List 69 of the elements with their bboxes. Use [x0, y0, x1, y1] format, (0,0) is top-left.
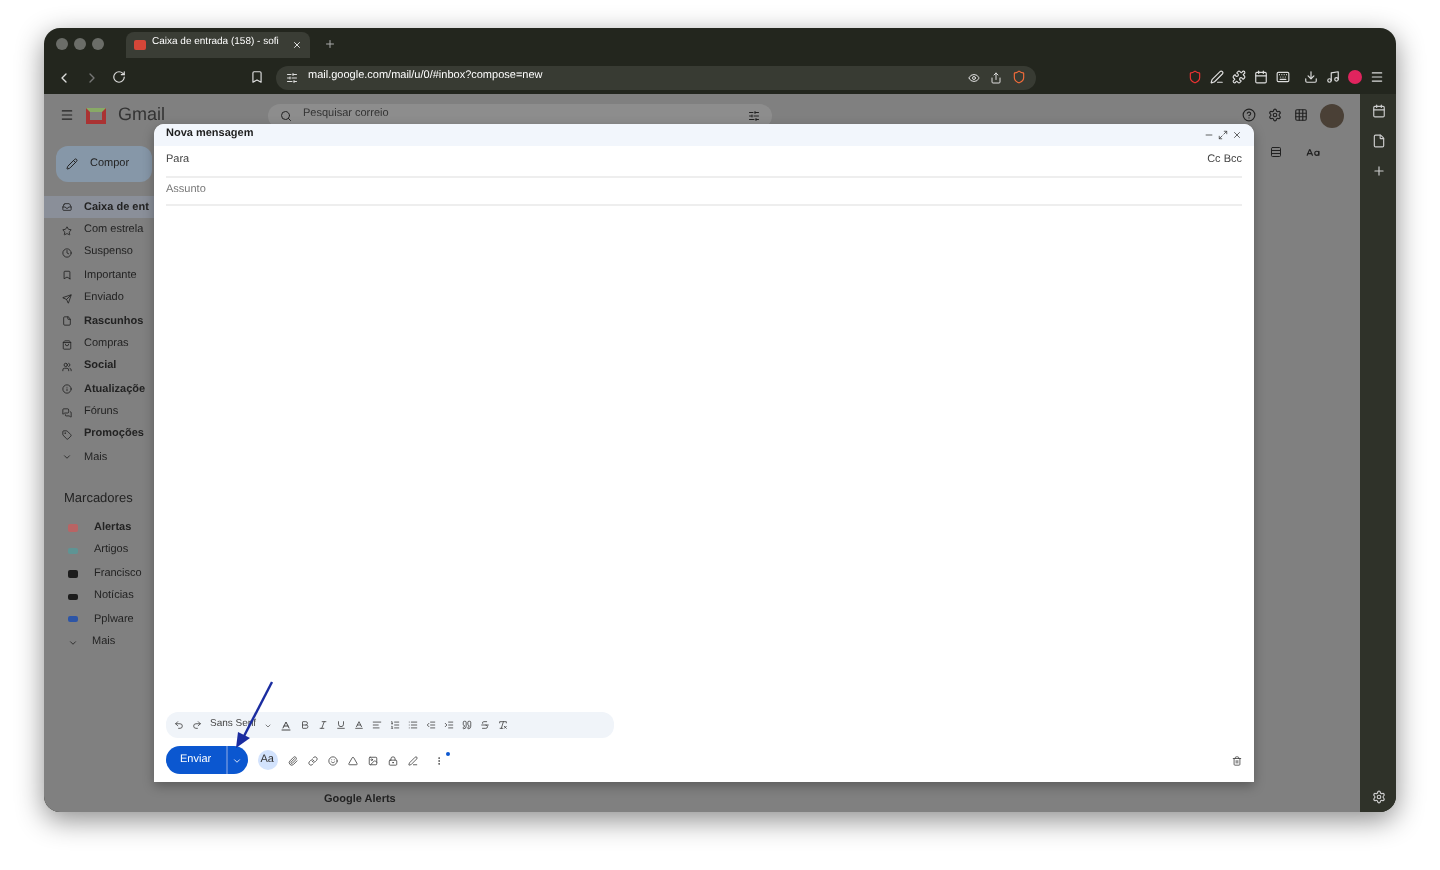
nav-icon [62, 202, 72, 213]
avatar[interactable] [1320, 103, 1344, 127]
indent-more-icon[interactable] [444, 720, 455, 730]
gmail-logo-text: Gmail [118, 101, 166, 128]
download-icon[interactable] [1304, 70, 1318, 84]
eye-icon[interactable] [968, 71, 980, 83]
pencil-icon [66, 158, 78, 170]
redo-icon[interactable] [192, 720, 202, 730]
bookmark-icon[interactable] [250, 70, 264, 84]
settings-icon[interactable] [1268, 108, 1282, 122]
emoji-icon[interactable] [327, 755, 338, 765]
expand-icon[interactable] [1218, 130, 1228, 140]
quote-icon[interactable] [462, 720, 473, 730]
calendar-icon[interactable] [1371, 104, 1385, 118]
attach-icon[interactable] [287, 755, 298, 765]
align-icon[interactable] [372, 720, 383, 730]
gmail-logo-icon [86, 107, 106, 123]
text-color-icon[interactable] [354, 720, 365, 730]
strikethrough-icon[interactable] [480, 720, 491, 730]
search-icon [279, 109, 292, 121]
lock-icon[interactable] [387, 755, 398, 765]
underline-icon[interactable] [336, 720, 347, 730]
image-icon[interactable] [367, 755, 378, 765]
nav-icon [62, 293, 72, 304]
nav-icon [62, 339, 72, 350]
numbered-list-icon[interactable] [390, 720, 401, 730]
bold-icon[interactable] [300, 720, 311, 730]
notes-icon[interactable] [1371, 134, 1385, 148]
italic-icon[interactable] [318, 720, 329, 730]
indent-less-icon[interactable] [426, 720, 437, 730]
nav-icon [62, 270, 72, 281]
nav-icon [62, 316, 72, 327]
discard-icon[interactable] [1232, 755, 1242, 765]
menu-icon[interactable] [1370, 70, 1384, 84]
nav-icon [62, 430, 72, 441]
input-tools-icon[interactable] [1306, 145, 1320, 159]
back-icon[interactable] [56, 69, 72, 85]
density-icon[interactable] [1270, 146, 1282, 158]
filter-icon[interactable] [747, 109, 760, 121]
link-icon[interactable] [307, 755, 318, 765]
add-icon[interactable] [1371, 164, 1385, 178]
triangle-icon[interactable] [347, 755, 358, 765]
clear-formatting-icon[interactable] [498, 720, 509, 730]
chevron-down-icon [68, 637, 78, 648]
nav-icon [62, 361, 72, 372]
nav-icon [62, 452, 72, 463]
new-tab-icon[interactable] [324, 38, 336, 50]
menu-icon[interactable] [60, 108, 74, 122]
nav-icon [62, 407, 72, 418]
share-icon[interactable] [990, 71, 1002, 83]
site-settings-icon[interactable] [286, 71, 298, 83]
nav-icon [62, 225, 72, 236]
shield-icon[interactable] [1012, 70, 1026, 84]
help-icon[interactable] [1242, 108, 1256, 122]
signature-icon[interactable] [407, 755, 418, 765]
music-icon[interactable] [1326, 70, 1340, 84]
nav-icon [62, 384, 72, 395]
arrow-annotation [234, 680, 274, 750]
undo-icon[interactable] [174, 720, 184, 730]
send-options-button[interactable] [225, 746, 248, 774]
nav-icon [62, 247, 72, 258]
caret-icon [232, 755, 243, 765]
forward-icon[interactable] [84, 69, 100, 85]
profile-avatar[interactable] [1348, 70, 1362, 84]
gmail-icon [134, 39, 146, 49]
reload-icon[interactable] [112, 70, 126, 84]
apps-icon[interactable] [1294, 108, 1308, 122]
bulleted-list-icon[interactable] [408, 720, 419, 730]
text-size-icon[interactable] [280, 719, 293, 731]
